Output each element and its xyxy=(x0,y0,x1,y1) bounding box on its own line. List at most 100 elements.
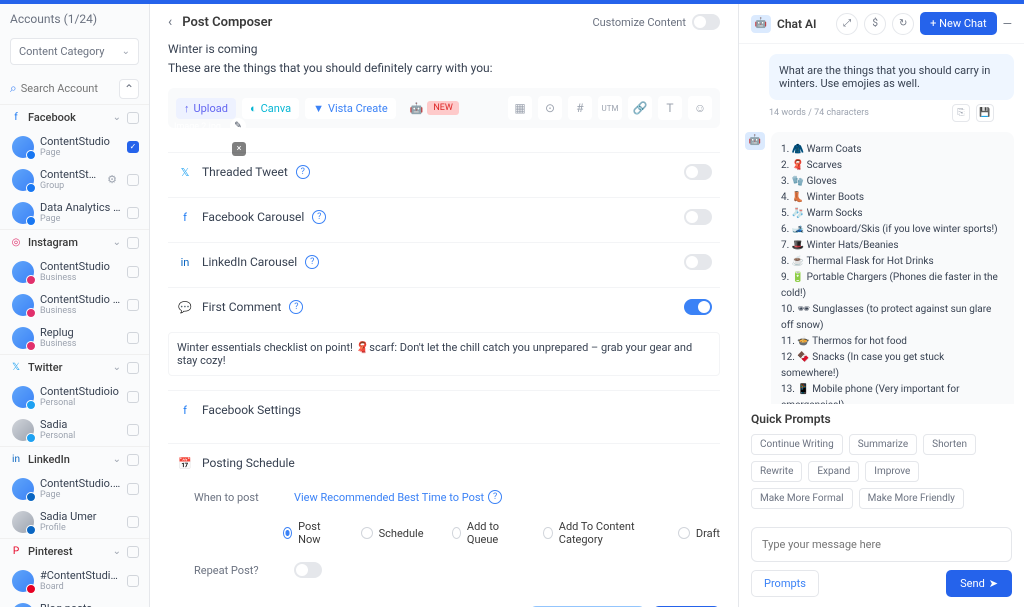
account-item[interactable]: Sadia UmerProfile xyxy=(0,505,149,538)
schedule-option[interactable]: Add To Content Category xyxy=(543,520,650,546)
platform-header-pinterest[interactable]: PPinterest⌄ xyxy=(0,538,149,564)
linkedin-carousel-toggle[interactable] xyxy=(684,254,712,270)
account-search[interactable]: ⌕ xyxy=(10,77,113,100)
account-item[interactable]: ContentStudio - Zap...Business xyxy=(0,288,149,321)
text-icon[interactable]: T xyxy=(658,96,682,120)
post-content-area[interactable]: Winter is coming These are the things th… xyxy=(150,40,738,88)
fb-carousel-toggle[interactable] xyxy=(684,209,712,225)
first-comment-input[interactable]: Winter essentials checklist on point! 🧣s… xyxy=(168,332,720,376)
pinterest-icon: P xyxy=(10,546,22,558)
account-checkbox[interactable] xyxy=(127,266,139,278)
credits-icon[interactable]: $ xyxy=(864,13,886,35)
quick-prompts-title: Quick Prompts xyxy=(751,412,1012,426)
quick-prompt-chip[interactable]: Expand xyxy=(808,461,859,482)
emoji-icon[interactable]: ☺ xyxy=(688,96,712,120)
account-item[interactable]: ContentStudioBusiness xyxy=(0,255,149,288)
quick-prompt-chip[interactable]: Summarize xyxy=(849,434,917,455)
account-item[interactable]: Blog postsBoard xyxy=(0,597,149,607)
repeat-post-toggle[interactable] xyxy=(294,562,322,578)
chat-ai-logo-icon: 🤖 xyxy=(751,15,771,33)
account-item[interactable]: ReplugBusiness xyxy=(0,321,149,354)
account-checkbox[interactable] xyxy=(127,575,139,587)
account-item[interactable]: ContentStudioioPersonal xyxy=(0,380,149,413)
chevron-down-icon: ⌄ xyxy=(122,46,130,57)
back-arrow-icon[interactable]: ‹ xyxy=(168,14,172,30)
linkedin-carousel-row: in LinkedIn Carousel ? xyxy=(168,242,720,281)
schedule-option[interactable]: Schedule xyxy=(361,520,424,546)
schedule-option[interactable]: Add to Queue xyxy=(452,520,516,546)
select-all-checkbox[interactable] xyxy=(127,362,139,374)
info-icon[interactable]: ? xyxy=(296,165,310,179)
gear-icon[interactable]: ⚙ xyxy=(107,173,117,186)
image-filename: Image 2.jpg xyxy=(174,122,221,132)
first-comment-toggle[interactable] xyxy=(684,299,712,315)
content-category-select[interactable]: Content Category ⌄ xyxy=(10,38,139,65)
minimize-icon[interactable]: — xyxy=(1003,17,1012,31)
ai-button[interactable]: 🤖 NEW xyxy=(402,97,467,119)
threaded-tweet-toggle[interactable] xyxy=(684,164,712,180)
select-all-checkbox[interactable] xyxy=(127,546,139,558)
quick-prompt-chip[interactable]: Make More Friendly xyxy=(859,488,964,509)
new-chat-button[interactable]: + New Chat xyxy=(920,12,996,35)
platform-header-linkedin[interactable]: inLinkedIn⌄ xyxy=(0,446,149,472)
account-checkbox[interactable]: ✓ xyxy=(127,141,139,153)
account-item[interactable]: Data Analytics (Isl...Page xyxy=(0,196,149,229)
save-icon[interactable]: 💾 xyxy=(976,104,994,122)
select-all-checkbox[interactable] xyxy=(127,237,139,249)
info-icon[interactable]: ? xyxy=(312,210,326,224)
account-checkbox[interactable] xyxy=(127,207,139,219)
collapse-up-button[interactable]: ⌃ xyxy=(119,79,139,99)
platform-header-facebook[interactable]: fFacebook⌄ xyxy=(0,104,149,130)
account-checkbox[interactable] xyxy=(127,483,139,495)
utm-icon[interactable]: UTM xyxy=(598,96,622,120)
edit-image-icon[interactable]: ✎ xyxy=(230,118,246,134)
quick-prompt-chip[interactable]: Continue Writing xyxy=(751,434,843,455)
account-checkbox[interactable] xyxy=(127,391,139,403)
history-icon[interactable]: ↻ xyxy=(892,13,914,35)
hash-icon[interactable]: # xyxy=(568,96,592,120)
info-icon[interactable]: ? xyxy=(305,255,319,269)
account-item[interactable]: #ContentStudioLifeBoard xyxy=(0,564,149,597)
upload-button[interactable]: ↑ Upload xyxy=(176,98,236,119)
recommended-time-link[interactable]: View Recommended Best Time to Post ? xyxy=(294,490,502,504)
quick-prompt-chip[interactable]: Shorten xyxy=(923,434,976,455)
search-input[interactable] xyxy=(21,82,113,95)
prompts-button[interactable]: Prompts xyxy=(751,570,819,597)
account-item[interactable]: SadiaPersonal xyxy=(0,413,149,446)
account-item[interactable]: ContentStudio.io Co...Group⚙ xyxy=(0,163,149,196)
select-all-checkbox[interactable] xyxy=(127,112,139,124)
radio xyxy=(283,527,292,539)
expand-icon[interactable]: ⤢ xyxy=(836,13,858,35)
account-checkbox[interactable] xyxy=(127,424,139,436)
send-icon: ➤ xyxy=(989,577,998,590)
remove-image-icon[interactable]: × xyxy=(232,142,246,156)
quick-prompt-chip[interactable]: Make More Formal xyxy=(751,488,853,509)
platform-header-twitter[interactable]: 𝕏Twitter⌄ xyxy=(0,354,149,380)
quick-prompt-chip[interactable]: Improve xyxy=(865,461,919,482)
canva-button[interactable]: ◐ Canva xyxy=(242,98,299,119)
account-checkbox[interactable] xyxy=(127,516,139,528)
schedule-option[interactable]: Post Now xyxy=(283,520,333,546)
ai-list-item: 🧦 Warm Socks xyxy=(781,206,1004,222)
info-icon[interactable]: ? xyxy=(289,300,303,314)
account-checkbox[interactable] xyxy=(127,332,139,344)
chat-input[interactable] xyxy=(751,527,1012,562)
image-icon[interactable]: ▦ xyxy=(508,96,532,120)
schedule-option[interactable]: Draft xyxy=(678,520,720,546)
customize-toggle[interactable] xyxy=(692,14,720,30)
option-icon[interactable]: ⊙ xyxy=(538,96,562,120)
platform-header-instagram[interactable]: ◎Instagram⌄ xyxy=(0,229,149,255)
send-button[interactable]: Send ➤ xyxy=(946,570,1012,597)
quick-prompt-chip[interactable]: Rewrite xyxy=(751,461,802,482)
account-checkbox[interactable] xyxy=(127,299,139,311)
account-item[interactable]: ContentStudio.ioPage xyxy=(0,472,149,505)
account-item[interactable]: ContentStudioPage✓ xyxy=(0,130,149,163)
copy-icon[interactable]: ⎘ xyxy=(952,104,970,122)
ai-list-item: 🍫 Snacks (In case you get stuck somewher… xyxy=(781,350,1004,382)
vista-create-button[interactable]: ▼ Vista Create xyxy=(305,98,396,119)
link-icon[interactable]: 🔗 xyxy=(628,96,652,120)
facebook-settings-row[interactable]: f Facebook Settings xyxy=(168,390,720,429)
account-checkbox[interactable] xyxy=(127,174,139,186)
select-all-checkbox[interactable] xyxy=(127,454,139,466)
posting-schedule-row: 📅 Posting Schedule xyxy=(168,443,720,482)
